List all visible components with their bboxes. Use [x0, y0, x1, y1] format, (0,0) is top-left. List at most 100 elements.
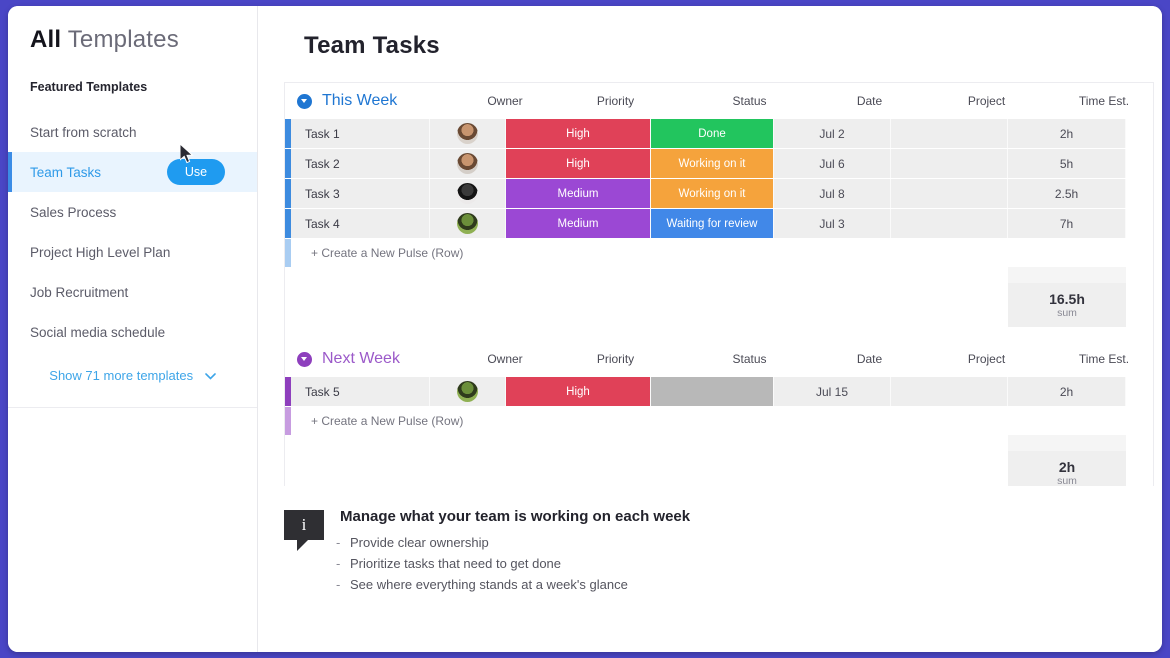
info-title: Manage what your team is working on each…: [340, 508, 691, 525]
info-text: Manage what your team is working on each…: [336, 508, 691, 598]
add-row-label: + Create a New Pulse (Row): [311, 246, 464, 260]
sidebar-item-label: Project High Level Plan: [30, 244, 171, 260]
board-table: This Week Owner Priority Status Date Project T…: [284, 82, 1154, 486]
group-header: This Week Owner Priority Status Date Project T…: [285, 83, 1153, 119]
cell-owner[interactable]: [430, 149, 506, 178]
info-bullet: Provide clear ownership: [336, 535, 690, 550]
use-template-button[interactable]: Use: [167, 159, 225, 185]
app-window: All Templates Featured Templates Start f…: [8, 6, 1162, 652]
avatar-person-1: [457, 123, 478, 144]
column-header-project[interactable]: Project: [928, 94, 1045, 108]
show-more-templates-button[interactable]: Show 71 more templates: [8, 368, 257, 408]
board-group: Next Week Owner Priority Status Date Project T…: [285, 341, 1153, 486]
page-heading: All Templates: [8, 26, 257, 54]
table-row[interactable]: Task 2 High Working on it Jul 6 5h: [285, 149, 1153, 178]
time-sum-box: 16.5h sum: [1008, 283, 1126, 327]
table-row[interactable]: Task 5 High Jul 15 2h: [285, 377, 1153, 406]
cell-status[interactable]: Working on it: [651, 149, 774, 178]
sidebar-item-project-high-level-plan[interactable]: Project High Level Plan: [8, 232, 257, 272]
time-sum-value: 16.5h: [1049, 290, 1085, 307]
cell-time[interactable]: 5h: [1008, 149, 1126, 178]
group-title[interactable]: Next Week: [322, 350, 467, 368]
table-row[interactable]: Task 4 Medium Waiting for review Jul 3 7h: [285, 209, 1153, 238]
cell-project[interactable]: [891, 149, 1008, 178]
sidebar-item-social-media-schedule[interactable]: Social media schedule: [8, 312, 257, 352]
sidebar-item-start-from-scratch[interactable]: Start from scratch: [8, 112, 257, 152]
cell-task-name[interactable]: Task 4: [291, 209, 430, 238]
column-header-date[interactable]: Date: [811, 352, 928, 366]
add-row-button[interactable]: + Create a New Pulse (Row): [285, 239, 1153, 267]
column-header-status[interactable]: Status: [688, 94, 811, 108]
cell-task-name[interactable]: Task 2: [291, 149, 430, 178]
group-title[interactable]: This Week: [322, 92, 467, 110]
column-header-time-est-[interactable]: Time Est.: [1045, 352, 1153, 366]
status-badge: Waiting for review: [651, 209, 773, 238]
cell-time[interactable]: 7h: [1008, 209, 1126, 238]
cell-owner[interactable]: [430, 179, 506, 208]
add-row-button[interactable]: + Create a New Pulse (Row): [285, 407, 1153, 435]
cell-owner[interactable]: [430, 119, 506, 148]
sum-spacer-box: [1008, 435, 1126, 451]
sidebar-item-sales-process[interactable]: Sales Process: [8, 192, 257, 232]
column-header-priority[interactable]: Priority: [543, 352, 688, 366]
cell-date[interactable]: Jul 2: [774, 119, 891, 148]
cell-date[interactable]: Jul 3: [774, 209, 891, 238]
column-header-time-est-[interactable]: Time Est.: [1045, 94, 1153, 108]
cell-task-name[interactable]: Task 1: [291, 119, 430, 148]
cell-priority[interactable]: High: [506, 377, 651, 406]
cell-status[interactable]: Done: [651, 119, 774, 148]
table-row[interactable]: Task 1 High Done Jul 2 2h: [285, 119, 1153, 148]
column-header-priority[interactable]: Priority: [543, 94, 688, 108]
priority-badge: Medium: [506, 209, 650, 238]
column-header-owner[interactable]: Owner: [467, 94, 543, 108]
info-panel: i Manage what your team is working on ea…: [284, 508, 1162, 598]
cell-priority[interactable]: High: [506, 149, 651, 178]
cell-owner[interactable]: [430, 209, 506, 238]
info-icon-glyph: i: [301, 515, 307, 534]
status-badge: [651, 377, 773, 406]
add-row-label: + Create a New Pulse (Row): [311, 414, 464, 428]
cell-priority[interactable]: High: [506, 119, 651, 148]
cell-time[interactable]: 2h: [1008, 377, 1126, 406]
cell-project[interactable]: [891, 377, 1008, 406]
cell-owner[interactable]: [430, 377, 506, 406]
column-header-project[interactable]: Project: [928, 352, 1045, 366]
cell-project[interactable]: [891, 179, 1008, 208]
cell-project[interactable]: [891, 119, 1008, 148]
cell-time[interactable]: 2h: [1008, 119, 1126, 148]
info-bullet: Prioritize tasks that need to get done: [336, 556, 690, 571]
column-header-owner[interactable]: Owner: [467, 352, 543, 366]
sum-spacer-right: [1126, 435, 1153, 451]
cell-time[interactable]: 2.5h: [1008, 179, 1126, 208]
sidebar-item-team-tasks[interactable]: Team Tasks Use: [8, 152, 257, 192]
sum-spacer-left: [285, 435, 1008, 451]
templates-sidebar: All Templates Featured Templates Start f…: [8, 6, 258, 652]
board-group: This Week Owner Priority Status Date Project T…: [285, 83, 1153, 327]
template-list: Start from scratch Team Tasks Use Sales Pro…: [8, 112, 257, 352]
cell-status[interactable]: [651, 377, 774, 406]
main-content: Team Tasks This Week Owner Priority Status D…: [258, 6, 1162, 652]
table-row[interactable]: Task 3 Medium Working on it Jul 8 2.5h: [285, 179, 1153, 208]
group-collapse-icon[interactable]: [297, 351, 312, 367]
group-collapse-icon[interactable]: [297, 93, 312, 109]
cell-priority[interactable]: Medium: [506, 209, 651, 238]
cell-date[interactable]: Jul 8: [774, 179, 891, 208]
cell-task-name[interactable]: Task 5: [291, 377, 430, 406]
cell-priority[interactable]: Medium: [506, 179, 651, 208]
cell-task-name[interactable]: Task 3: [291, 179, 430, 208]
cell-spacer: [1126, 119, 1153, 148]
info-bullet: See where everything stands at a week's …: [336, 577, 690, 592]
cell-project[interactable]: [891, 209, 1008, 238]
cell-date[interactable]: Jul 15: [774, 377, 891, 406]
time-sum-label: sum: [1057, 307, 1077, 320]
sidebar-item-job-recruitment[interactable]: Job Recruitment: [8, 272, 257, 312]
cell-date[interactable]: Jul 6: [774, 149, 891, 178]
cell-status[interactable]: Working on it: [651, 179, 774, 208]
column-header-status[interactable]: Status: [688, 352, 811, 366]
group-header: Next Week Owner Priority Status Date Project T…: [285, 341, 1153, 377]
sidebar-item-label: Start from scratch: [30, 124, 137, 140]
cell-status[interactable]: Waiting for review: [651, 209, 774, 238]
group-summary-row: 16.5h sum: [285, 283, 1153, 327]
summary-left-spacer: [285, 283, 1008, 327]
column-header-date[interactable]: Date: [811, 94, 928, 108]
